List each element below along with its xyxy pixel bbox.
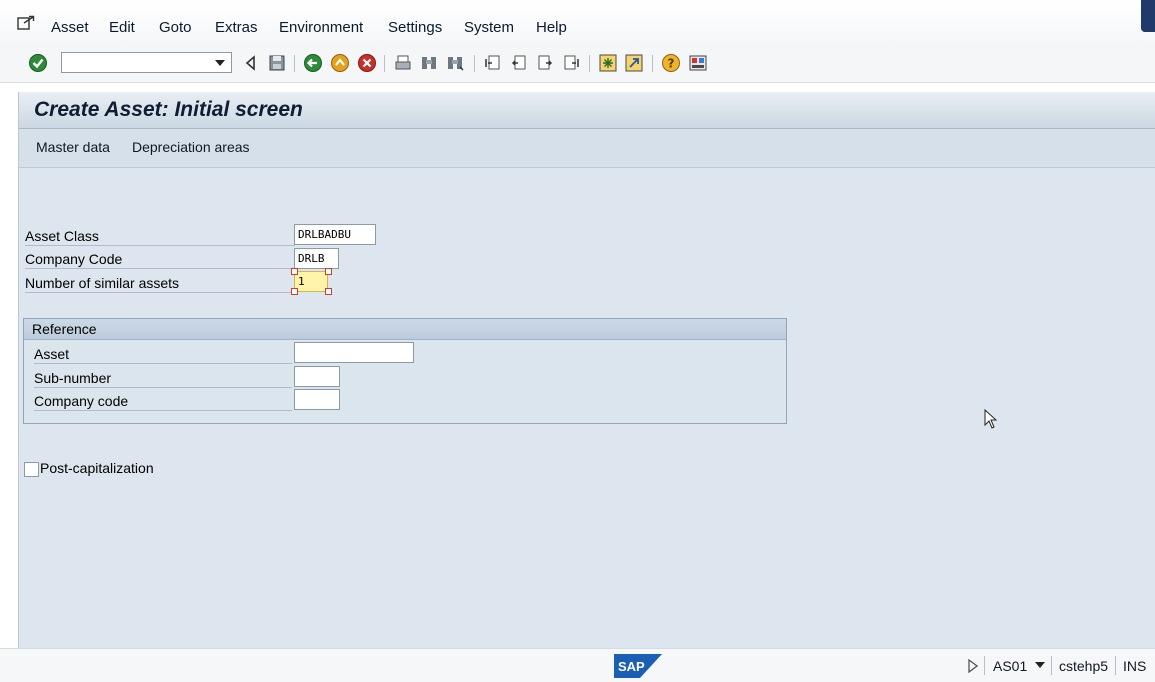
command-field[interactable] [61, 52, 232, 73]
post-capitalization-label: Post-capitalization [40, 460, 154, 476]
ref-sub-number-label: Sub-number [34, 367, 292, 388]
print-icon[interactable] [393, 53, 413, 73]
asset-class-label: Asset Class [25, 225, 295, 246]
status-separator [1115, 656, 1116, 675]
command-input[interactable] [65, 54, 214, 73]
title-bar: Create Asset: Initial screen [19, 92, 1155, 129]
number-similar-field[interactable]: 1 [294, 271, 328, 292]
menu-asset[interactable]: Asset [51, 19, 89, 36]
insert-mode: INS [1123, 658, 1147, 674]
company-code-field[interactable]: DRLB [294, 248, 339, 269]
last-page-icon[interactable] [561, 53, 581, 73]
main-panel: Create Asset: Initial screen Master data… [18, 92, 1155, 648]
play-icon[interactable] [968, 659, 978, 673]
save-icon[interactable] [267, 53, 287, 73]
create-session-icon[interactable] [598, 53, 618, 73]
chevron-down-icon[interactable] [1035, 662, 1045, 668]
resize-handle [325, 268, 332, 275]
find-icon[interactable] [419, 53, 439, 73]
back-nav-icon[interactable] [241, 53, 261, 73]
toolbar-separator [652, 55, 653, 72]
menu-edit[interactable]: Edit [109, 19, 135, 36]
find-next-icon[interactable] [445, 53, 465, 73]
chevron-down-icon[interactable] [215, 60, 225, 66]
status-bar: SAP AS01 cstehp5 INS [0, 648, 1155, 682]
toolbar-separator [589, 55, 590, 72]
exit-icon[interactable] [330, 53, 350, 73]
resize-handle [325, 288, 332, 295]
ref-asset-label: Asset [34, 343, 292, 364]
first-page-icon[interactable] [483, 53, 503, 73]
menu-environment[interactable]: Environment [279, 19, 363, 36]
status-separator [984, 656, 985, 675]
enter-icon[interactable] [28, 53, 48, 73]
ref-sub-number-field[interactable] [294, 366, 340, 387]
shortcut-icon[interactable] [624, 53, 644, 73]
status-separator [1051, 656, 1052, 675]
standard-toolbar: ? [0, 46, 1155, 83]
toolbar-separator [384, 55, 385, 72]
menu-system[interactable]: System [464, 19, 514, 36]
sap-logo: SAP [614, 654, 662, 678]
reference-group: Reference Asset Sub-number Company code [23, 318, 787, 424]
menu-goto[interactable]: Goto [159, 19, 192, 36]
transaction-code: AS01 [993, 658, 1028, 674]
toolbar-separator [474, 55, 475, 72]
system-menu-icon[interactable] [17, 15, 35, 31]
next-page-icon[interactable] [535, 53, 555, 73]
depreciation-areas-button[interactable]: Depreciation areas [132, 139, 250, 155]
menu-bar: Asset Edit Goto Extras Environment Setti… [0, 0, 1155, 46]
asset-class-field[interactable]: DRLBADBU [294, 224, 376, 245]
menu-settings[interactable]: Settings [388, 19, 442, 36]
application-toolbar: Master data Depreciation areas [19, 129, 1155, 168]
ref-company-code-label: Company code [34, 390, 292, 411]
back-icon[interactable] [303, 53, 323, 73]
post-capitalization-checkbox[interactable] [24, 462, 39, 477]
resize-handle [291, 268, 298, 275]
cancel-icon[interactable] [357, 53, 377, 73]
window-corner-tab [1141, 0, 1155, 32]
page-title: Create Asset: Initial screen [34, 98, 303, 121]
server-name: cstehp5 [1059, 658, 1109, 674]
reference-group-header: Reference [24, 319, 786, 340]
menu-help[interactable]: Help [536, 19, 567, 36]
resize-handle [291, 288, 298, 295]
previous-page-icon[interactable] [509, 53, 529, 73]
menu-extras[interactable]: Extras [215, 19, 258, 36]
number-similar-label: Number of similar assets [25, 272, 295, 293]
toolbar-separator [294, 55, 295, 72]
master-data-button[interactable]: Master data [36, 139, 110, 155]
reference-group-title: Reference [32, 321, 97, 337]
svg-text:SAP: SAP [618, 659, 645, 674]
help-icon[interactable]: ? [661, 53, 681, 73]
layout-icon[interactable] [688, 53, 708, 73]
ref-company-code-field[interactable] [294, 389, 340, 410]
company-code-label: Company Code [25, 248, 295, 269]
ref-asset-field[interactable] [294, 342, 414, 363]
mouse-pointer-icon [984, 409, 998, 429]
svg-text:?: ? [668, 57, 675, 71]
